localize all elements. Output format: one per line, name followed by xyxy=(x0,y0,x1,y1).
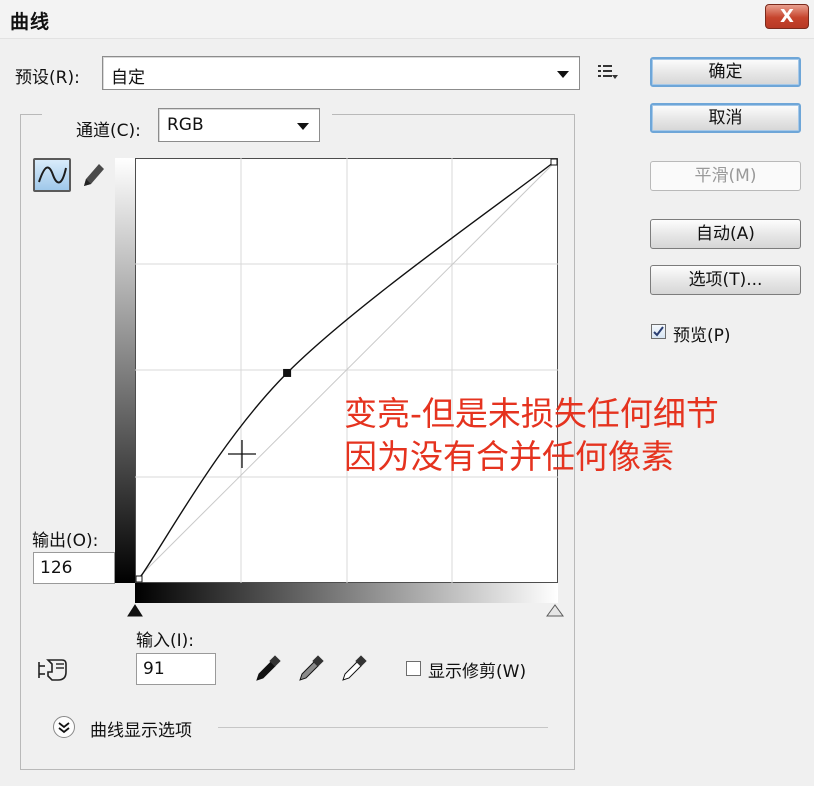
white-point-slider[interactable] xyxy=(545,602,565,618)
black-point-slider[interactable] xyxy=(126,602,144,618)
expand-chevron-icon[interactable] xyxy=(52,715,76,739)
close-button[interactable]: X xyxy=(765,4,809,29)
ok-button[interactable]: 确定 xyxy=(650,57,801,87)
preset-menu-icon[interactable] xyxy=(596,62,620,82)
cancel-button[interactable]: 取消 xyxy=(650,103,801,133)
curve-tool-button[interactable] xyxy=(33,158,71,192)
auto-button[interactable]: 自动(A) xyxy=(650,219,801,249)
curve-point-selected[interactable] xyxy=(283,368,292,377)
smooth-button[interactable]: 平滑(M) xyxy=(650,161,801,191)
input-field[interactable]: 91 xyxy=(136,653,216,685)
show-clipping-label: 显示修剪(W) xyxy=(428,662,527,682)
output-field[interactable]: 126 xyxy=(33,552,115,584)
curve-graph[interactable] xyxy=(135,158,558,583)
preview-label: 预览(P) xyxy=(673,326,731,346)
curve-point-black[interactable] xyxy=(135,575,143,583)
window-title: 曲线 xyxy=(10,11,51,33)
annotation-text: 变亮-但是未损失任何细节 因为没有合并任何像素 xyxy=(344,392,719,478)
channel-label: 通道(C): xyxy=(76,121,141,141)
divider xyxy=(218,727,548,728)
curve-point-white[interactable] xyxy=(550,158,558,166)
show-clipping-checkbox[interactable] xyxy=(406,661,421,676)
gray-eyedropper-icon[interactable] xyxy=(297,655,325,683)
output-label: 输出(O): xyxy=(32,531,99,551)
white-eyedropper-icon[interactable] xyxy=(340,655,368,683)
black-eyedropper-icon[interactable] xyxy=(254,655,282,683)
output-value: 126 xyxy=(40,558,73,578)
title-bar xyxy=(0,0,814,39)
channel-value: RGB xyxy=(167,115,204,135)
input-value: 91 xyxy=(143,659,165,679)
preset-label: 预设(R): xyxy=(15,68,80,88)
curve-tool-icon xyxy=(38,166,67,184)
input-label: 输入(I): xyxy=(136,631,195,651)
preset-value: 自定 xyxy=(111,68,145,88)
preview-checkbox[interactable] xyxy=(651,324,666,339)
annotation-line-2: 因为没有合并任何像素 xyxy=(344,437,674,476)
output-gradient-bar xyxy=(115,158,135,583)
input-gradient-bar xyxy=(135,583,558,603)
checkmark-icon xyxy=(653,326,664,337)
channel-select[interactable]: RGB xyxy=(158,108,320,142)
pencil-icon[interactable] xyxy=(78,160,106,190)
annotation-line-1: 变亮-但是未损失任何细节 xyxy=(344,394,719,433)
chevron-down-icon xyxy=(557,71,569,78)
chevron-down-icon xyxy=(297,123,309,130)
curve-display-options-label: 曲线显示选项 xyxy=(90,721,192,741)
preset-select[interactable]: 自定 xyxy=(102,56,580,90)
target-adjust-hand-icon[interactable] xyxy=(36,654,72,684)
options-button[interactable]: 选项(T)... xyxy=(650,265,801,295)
